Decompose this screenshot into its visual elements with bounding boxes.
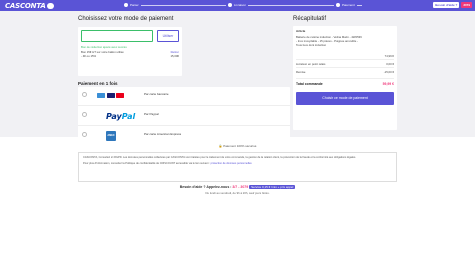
legal-notice: CASCONTA, Consultez ici RGPD. Les donnée… [78,152,397,182]
total-value: 59,99 € [382,82,394,86]
checkout-steps: Panier Livraison Paiement [122,3,362,8]
delivery-value: 0,00 € [386,62,394,66]
total-label: Total commande [296,82,323,86]
step-dot-icon [336,3,340,7]
article-header: Article [296,29,306,33]
page-title: Choisissez votre mode de paiement [78,16,174,22]
help-phone[interactable]: 3/7 - 3079 [232,185,248,189]
phone-button[interactable]: 3079 [461,2,472,8]
discount-label: Remise [296,70,306,74]
voucher-status: Bon de réduction ajouté avec succès [81,45,127,49]
logo-text: CASCONTA [5,1,46,10]
amex-card-icon: AMEX [106,131,116,141]
voucher-box: Utiliser Bon de réduction ajouté avec su… [78,27,182,76]
help-hours: Du lundi au vendredi, de 9h à 20h, sauf … [205,191,270,195]
divider [296,59,394,60]
payment-option-label: Par carte American Express [144,132,182,136]
step-cart[interactable]: Panier [122,3,141,7]
help-text: Besoin d'aide ? Appelez-nous : [179,185,232,189]
mastercard-icon [116,93,124,98]
radio-button[interactable] [82,92,87,97]
call-cost-badge: Service 0,15 € /min + prix appel [249,185,296,189]
help-button[interactable]: Besoin d'aide ? [433,2,460,8]
payment-option-label: Par Paypal [144,112,159,116]
check-icon [124,3,128,7]
use-voucher-button[interactable]: Utiliser [157,30,179,42]
step-delivery[interactable]: Livraison [226,3,249,7]
secure-text: Paiement 100% sécurisé [223,144,257,148]
paypal-logo: PayPal [106,112,135,121]
logo-bubble-icon [46,2,54,9]
discount-value: -15,00 € [383,70,394,74]
paypal-logo-part: Pal [121,112,136,121]
legal-paragraph: Pour plus d'information, consultez la Po… [83,162,392,166]
cb-card-icon [97,93,105,98]
recap-title: Récapitulatif [293,16,327,22]
delivery-label: Livraison en point relais [296,62,326,66]
visa-card-icon [106,93,115,98]
legal-text: Pour plus d'information, consultez la Po… [83,161,210,165]
step-label: Paiement [342,3,355,7]
privacy-link[interactable]: protection de données personnelles [211,162,252,165]
step-payment: Paiement [334,3,357,7]
help-banner: Besoin d'aide ? Appelez-nous : 3/7 - 307… [0,185,475,189]
article-price: 74,99 € [384,54,394,58]
article-description: Batterie de cuisine induction - Velina M… [296,35,362,47]
card-logos [97,93,124,98]
step-label: Panier [130,3,139,7]
lock-icon: 🔒 [218,144,223,148]
payment-section-title: Paiement en 1 fois [78,81,118,86]
choose-payment-button[interactable]: Choisir ce mode de paiement [296,92,394,105]
logo[interactable]: CASCONTA [5,1,54,10]
divider [296,67,394,68]
check-icon [228,3,232,7]
payment-column: Choisissez votre mode de paiement Utilis… [78,16,290,146]
voucher-amount: 15,00€ [170,54,179,58]
voucher-amount-label: - 4€ ou 15% [81,54,97,58]
top-header: CASCONTA Panier Livraison Paiement Besoi… [0,0,475,11]
header-right: Besoin d'aide ? 3079 [433,2,472,8]
radio-button[interactable] [82,112,87,117]
radio-button[interactable] [82,132,87,137]
payment-options: Par carte bancaire PayPal Par Paypal AME… [78,87,290,146]
secure-payment-note: 🔒 Paiement 100% sécurisé [0,144,475,148]
payment-option-paypal[interactable]: PayPal Par Paypal [78,107,290,126]
order-summary: Article Batterie de cuisine induction - … [293,26,397,130]
paypal-logo-part: Pay [106,112,122,121]
payment-option-label: Par carte bancaire [144,92,169,96]
legal-paragraph: CASCONTA, Consultez ici RGPD. Les donnée… [83,156,356,159]
divider [296,78,394,79]
payment-option-card[interactable]: Par carte bancaire [78,87,290,106]
step-label: Livraison [234,3,247,7]
voucher-input[interactable] [81,30,153,42]
